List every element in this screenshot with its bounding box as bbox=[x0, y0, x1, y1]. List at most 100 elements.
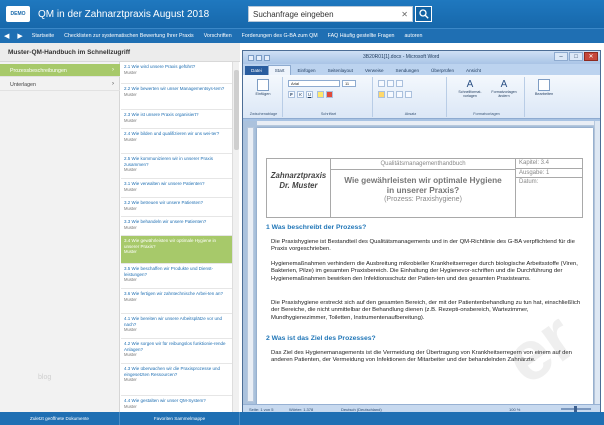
bold-button[interactable]: F bbox=[288, 91, 295, 98]
search-icon bbox=[418, 9, 429, 19]
list-scrollbar[interactable] bbox=[232, 62, 239, 412]
numbering-icon[interactable] bbox=[387, 80, 394, 87]
list-item-sub: Muster bbox=[124, 327, 137, 333]
tab-datei[interactable]: Datei bbox=[245, 66, 268, 75]
undo-icon[interactable] bbox=[264, 54, 270, 61]
tab-ansicht[interactable]: Ansicht bbox=[460, 66, 487, 75]
nav-link-startseite[interactable]: Startseite bbox=[27, 33, 59, 39]
paragraph-group: Absatz bbox=[375, 77, 447, 117]
align-center-icon[interactable] bbox=[387, 91, 394, 98]
ruler-vertical bbox=[247, 127, 254, 402]
nav-link-checklisten[interactable]: Checklisten zur systematischen Bewertung… bbox=[59, 33, 199, 39]
page-count[interactable]: Seite: 1 von 5 bbox=[249, 407, 273, 412]
tab-seitenlayout[interactable]: Seitenlayout bbox=[322, 66, 359, 75]
nav-link-vorschriften[interactable]: Vorschriften bbox=[199, 33, 237, 39]
editing-label: Bearbeiten bbox=[534, 92, 554, 96]
bullets-icon[interactable] bbox=[378, 80, 385, 87]
search-input[interactable]: Suchanfrage eingeben ✕ bbox=[248, 6, 413, 22]
language-indicator[interactable]: Deutsch (Deutschland) bbox=[341, 407, 382, 412]
search-placeholder: Suchanfrage eingeben bbox=[253, 9, 334, 19]
word-count[interactable]: Wörter: 1.378 bbox=[289, 407, 313, 412]
word-icon[interactable] bbox=[248, 54, 254, 61]
justify-icon[interactable] bbox=[405, 91, 412, 98]
search-button[interactable] bbox=[415, 6, 432, 22]
align-right-icon[interactable] bbox=[396, 91, 403, 98]
document-scrollbar[interactable] bbox=[594, 121, 600, 404]
list-item-sub: Muster bbox=[124, 186, 137, 192]
tab-start[interactable]: Start bbox=[267, 65, 292, 75]
close-button[interactable]: ✕ bbox=[584, 52, 598, 61]
editing-button[interactable]: Bearbeiten bbox=[531, 79, 557, 96]
list-item[interactable]: 2.5 Wie kommunizieren wir in unserer Pra… bbox=[121, 154, 232, 179]
indent-icon[interactable] bbox=[396, 80, 403, 87]
list-item-title: 2.2 Wie bewerten wir unser Managementsys… bbox=[124, 86, 225, 91]
edition-label: Ausgabe: 1 bbox=[516, 169, 582, 178]
list-item[interactable]: 2.2 Wie bewerten wir unser Managementsys… bbox=[121, 84, 232, 110]
tab-sendungen[interactable]: Sendungen bbox=[390, 66, 426, 75]
window-controls: – □ ✕ bbox=[554, 52, 598, 61]
quick-styles-label: Schnellformat-vorlagen bbox=[458, 90, 482, 98]
nav-link-autoren[interactable]: autoren bbox=[399, 33, 427, 39]
underline-button[interactable]: U bbox=[306, 91, 313, 98]
paragraph-1: Die Praxishygiene ist Bestandteil des Qu… bbox=[271, 239, 575, 253]
list-item[interactable]: 2.4 Wie bilden und qualifizieren wir uns… bbox=[121, 129, 232, 154]
list-item[interactable]: 2.1 Wie wird unsere Praxis geführt? Must… bbox=[121, 62, 232, 84]
list-item-title: 4.2 Wie sorgen wir für reibungslos funkt… bbox=[124, 341, 226, 352]
list-item[interactable]: 3.5 Wie beschaffen wir Produkte und Dien… bbox=[121, 264, 232, 289]
scroll-thumb[interactable] bbox=[234, 70, 239, 150]
list-item[interactable]: 4.1 Wie bereiten wir unsere Arbeitsplätz… bbox=[121, 314, 232, 339]
list-item[interactable]: 3.2 Wie betreuen wir unsere Patienten? M… bbox=[121, 198, 232, 217]
nav-link-faq[interactable]: FAQ Häufig gestellte Fragen bbox=[323, 33, 400, 39]
recent-documents-button[interactable]: Zuletzt geöffnete Dokumente bbox=[0, 412, 120, 425]
word-titlebar[interactable]: 3B20R01[1].docx - Microsoft Word – □ ✕ bbox=[243, 51, 600, 64]
list-item-title: 2.5 Wie kommunizieren wir in unserer Pra… bbox=[124, 156, 214, 167]
list-item[interactable]: 4.4 Wie gestalten wir unser QM-System? M… bbox=[121, 396, 232, 412]
document-page[interactable]: Zahnarztpraxis Dr. Muster Qualitätsmanag… bbox=[257, 128, 593, 404]
category-prozessbeschreibungen[interactable]: Prozessbeschreibungen › bbox=[0, 64, 120, 77]
align-left-icon[interactable] bbox=[378, 91, 385, 98]
category-panel bbox=[0, 62, 120, 412]
word-statusbar: Seite: 1 von 5 Wörter: 1.378 Deutsch (De… bbox=[243, 404, 600, 412]
clear-icon[interactable]: ✕ bbox=[401, 10, 412, 19]
paragraph-2: Hygienemaßnahmen verhindern die Ausbreit… bbox=[271, 261, 578, 282]
list-item-title: 4.1 Wie bereiten wir unsere Arbeitsplätz… bbox=[124, 316, 223, 327]
zoom-slider-handle[interactable] bbox=[574, 406, 577, 412]
font-color-icon[interactable] bbox=[326, 91, 333, 98]
zoom-level[interactable]: 100 % bbox=[509, 407, 520, 412]
blog-watermark: blog bbox=[38, 374, 52, 381]
save-icon[interactable] bbox=[256, 54, 262, 61]
find-icon bbox=[538, 79, 550, 91]
list-item-sub: Muster bbox=[124, 352, 137, 358]
list-item-sub: Muster bbox=[124, 403, 137, 409]
chevron-right-icon: › bbox=[112, 81, 114, 87]
tab-verweise[interactable]: Verweise bbox=[359, 66, 390, 75]
app-logo[interactable]: DEMO bbox=[6, 6, 30, 22]
list-item[interactable]: 3.6 Wie fertigen wir zahntechnische Arbe… bbox=[121, 289, 232, 314]
list-item[interactable]: 4.2 Wie sorgen wir für reibungslos funkt… bbox=[121, 339, 232, 364]
quick-styles-button[interactable]: A Schnellformat-vorlagen bbox=[457, 79, 483, 101]
italic-button[interactable]: K bbox=[297, 91, 304, 98]
tab-ueberpruefen[interactable]: Überprüfen bbox=[425, 66, 460, 75]
change-styles-button[interactable]: A Formatvorlagen ändern bbox=[491, 79, 517, 101]
font-name-select[interactable]: Arial bbox=[288, 80, 340, 87]
list-item[interactable]: 4.3 Wie überwachen wir die Praxisprozess… bbox=[121, 364, 232, 396]
category-unterlagen[interactable]: Unterlagen › bbox=[0, 78, 120, 91]
list-item[interactable]: 3.3 Wie behandeln wir unsere Patienten? … bbox=[121, 217, 232, 236]
document-area: Zahnarztpraxis Dr. Muster Qualitätsmanag… bbox=[243, 121, 600, 404]
paste-button[interactable]: Einfügen bbox=[249, 79, 277, 96]
tab-einfuegen[interactable]: Einfügen bbox=[291, 66, 321, 75]
minimize-button[interactable]: – bbox=[554, 52, 568, 61]
nav-link-forderungen[interactable]: Forderungen des G-BA zum QM bbox=[237, 33, 323, 39]
back-icon[interactable]: ◀ bbox=[0, 32, 13, 40]
font-size-select[interactable]: 11 bbox=[342, 80, 356, 87]
list-item-sub: Muster bbox=[124, 205, 137, 211]
forward-icon[interactable]: ▶ bbox=[13, 32, 26, 40]
maximize-button[interactable]: □ bbox=[569, 52, 583, 61]
list-item[interactable]: 2.3 Wie ist unsere Praxis organisiert? M… bbox=[121, 110, 232, 129]
favorites-button[interactable]: Favoriten Sammelmappe bbox=[120, 412, 240, 425]
list-item[interactable]: 3.1 Wie verwalten wir unsere Patienten? … bbox=[121, 179, 232, 198]
list-item-active[interactable]: 3.4 Wie gewährleisten wir optimale Hygie… bbox=[121, 236, 232, 264]
highlight-icon[interactable] bbox=[317, 91, 324, 98]
list-item-sub: Muster bbox=[124, 167, 137, 173]
document-heading: Qualitätsmanagementhandbuch Wie gewährle… bbox=[331, 159, 516, 217]
